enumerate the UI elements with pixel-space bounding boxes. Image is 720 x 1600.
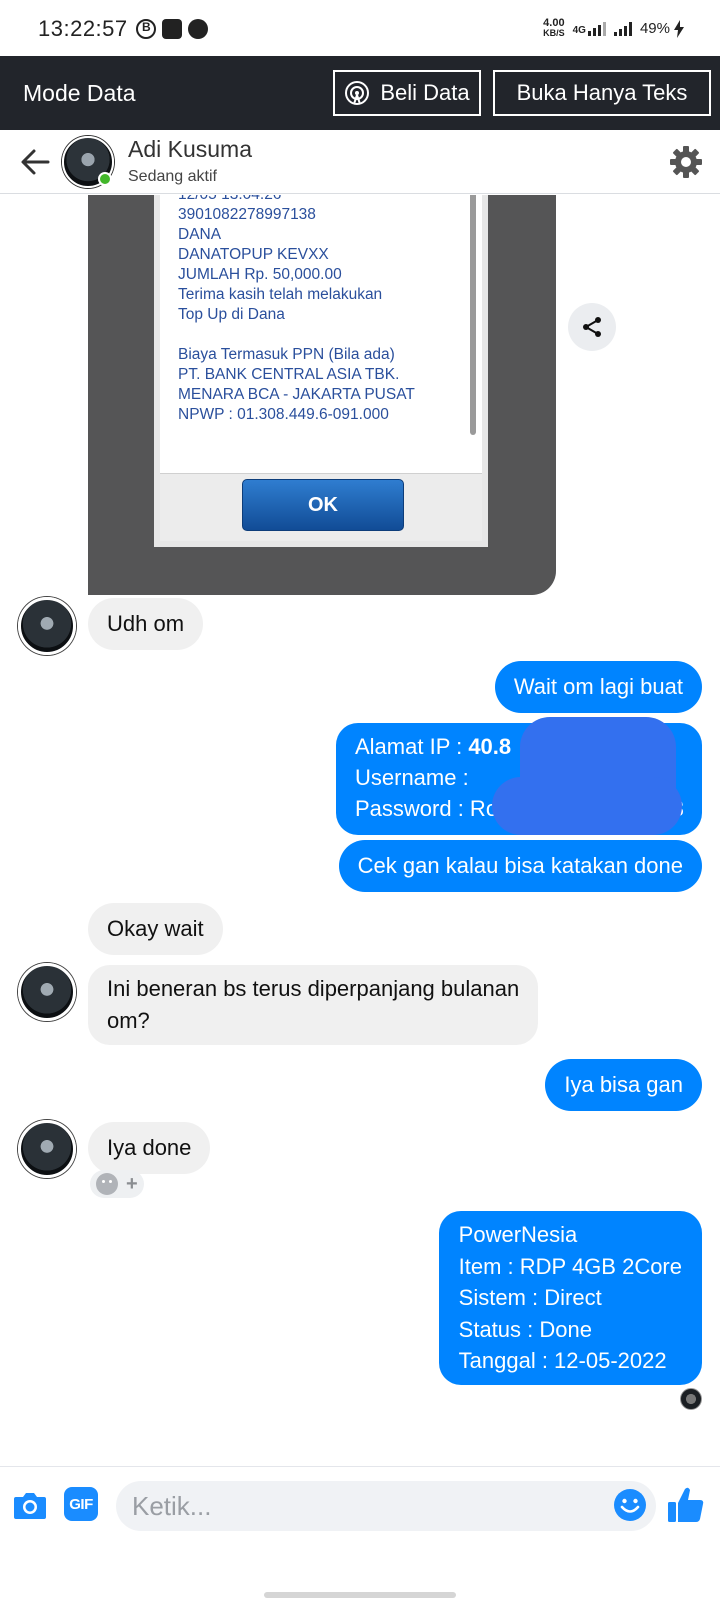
outgoing-order-summary[interactable]: PowerNesia Item : RDP 4GB 2Core Sistem :… xyxy=(438,1211,702,1385)
receipt-ok-button: OK xyxy=(242,479,404,531)
receipt-screenshot: 12/05 13:04:26 3901082278997138 DANA DAN… xyxy=(154,195,488,547)
read-receipt-avatar xyxy=(680,1388,702,1410)
add-reaction-button[interactable]: + xyxy=(90,1170,144,1198)
incoming-message[interactable]: Okay wait xyxy=(88,903,223,955)
business-app-icon xyxy=(136,19,156,39)
emoji-icon[interactable] xyxy=(612,1487,648,1523)
image-message[interactable]: 12/05 13:04:26 3901082278997138 DANA DAN… xyxy=(88,195,556,595)
gif-button[interactable]: GIF xyxy=(64,1487,98,1521)
signal-strength-icon xyxy=(613,20,632,36)
buy-data-label: Beli Data xyxy=(380,80,470,105)
broadcast-icon xyxy=(345,81,370,105)
home-indicator[interactable] xyxy=(264,1592,456,1598)
sender-avatar[interactable] xyxy=(18,597,76,655)
share-icon xyxy=(583,317,601,337)
mobile-signal-icon: 4G xyxy=(573,20,606,36)
sender-avatar[interactable] xyxy=(18,1120,76,1178)
receipt-scrollbar xyxy=(470,195,476,435)
data-mode-title: Mode Data xyxy=(23,80,136,106)
incoming-message[interactable]: Udh om xyxy=(88,598,204,650)
charging-icon xyxy=(674,20,684,38)
receipt-text: 12/05 13:04:26 3901082278997138 DANA DAN… xyxy=(178,195,415,423)
buy-data-button[interactable]: Beli Data xyxy=(333,70,481,116)
contact-name[interactable]: Adi Kusuma xyxy=(128,136,252,163)
message-input[interactable] xyxy=(132,1489,592,1523)
status-bar: 13:22:57 4.00 KB/S 4G 49% xyxy=(0,0,720,56)
contact-status: Sedang aktif xyxy=(128,168,217,185)
network-speed: 4.00 KB/S xyxy=(543,17,565,39)
incoming-message[interactable]: Iya done xyxy=(88,1122,211,1174)
status-right: 4.00 KB/S 4G 49% xyxy=(543,17,670,39)
gear-icon[interactable] xyxy=(668,144,704,180)
message-input-wrapper[interactable] xyxy=(116,1481,656,1531)
data-mode-bar: Mode Data Beli Data Buka Hanya Teks xyxy=(0,56,720,130)
plus-icon: + xyxy=(126,1173,138,1195)
app-notification-icon xyxy=(162,19,182,39)
back-arrow-icon[interactable] xyxy=(20,148,50,176)
message-list[interactable]: 12/05 13:04:26 3901082278997138 DANA DAN… xyxy=(0,195,720,1465)
outgoing-message[interactable]: Wait om lagi buat xyxy=(494,661,702,713)
battery-level: 49% xyxy=(639,19,670,37)
incoming-message[interactable]: Ini beneran bs terus diperpanjang bulana… xyxy=(88,965,539,1045)
notification-icons xyxy=(136,19,208,39)
message-composer: GIF xyxy=(0,1466,720,1558)
smiley-icon xyxy=(96,1173,118,1195)
outgoing-message[interactable]: Iya bisa gan xyxy=(545,1059,702,1111)
share-button[interactable] xyxy=(568,303,616,351)
sender-avatar[interactable] xyxy=(18,963,76,1021)
camera-icon[interactable] xyxy=(12,1487,48,1523)
outgoing-message[interactable]: Cek gan kalau bisa katakan done xyxy=(338,840,702,892)
whatsapp-icon xyxy=(188,19,208,39)
text-only-button[interactable]: Buka Hanya Teks xyxy=(493,70,711,116)
chat-header: Adi Kusuma Sedang aktif xyxy=(0,130,720,194)
redaction-scribble xyxy=(492,777,682,835)
thumbs-up-icon[interactable] xyxy=(666,1485,706,1525)
status-time: 13:22:57 xyxy=(38,16,128,41)
online-indicator xyxy=(98,172,112,186)
